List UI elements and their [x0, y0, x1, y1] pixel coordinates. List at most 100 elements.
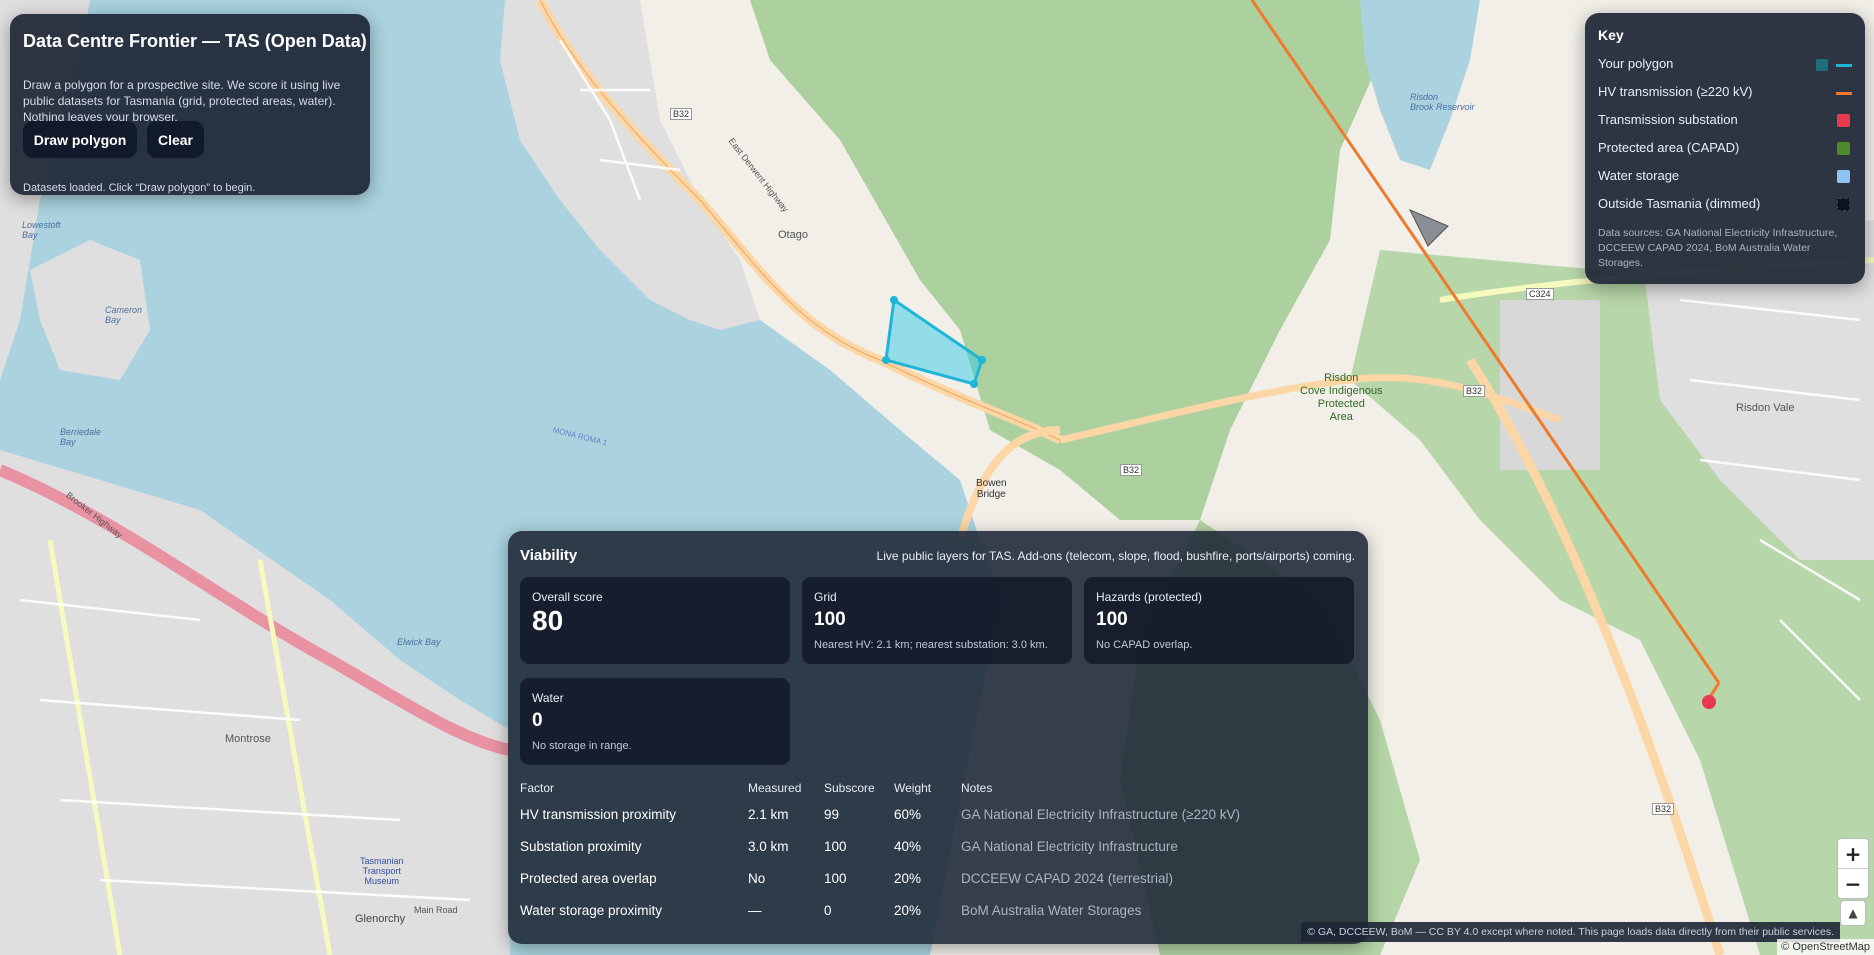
legend-item-protected-area: Protected area (CAPAD) — [1598, 137, 1852, 159]
legend-title: Key — [1598, 27, 1624, 43]
column-header-measured: Measured — [748, 781, 802, 795]
hazards-score-note: No CAPAD overlap. — [1096, 639, 1193, 651]
subscore-cell: 100 — [824, 839, 847, 854]
zoom-control: + − — [1837, 838, 1869, 899]
legend-item-substation: Transmission substation — [1598, 109, 1852, 131]
app-description: Draw a polygon for a prospective site. W… — [23, 78, 341, 124]
legend-item-outside-tasmania: Outside Tasmania (dimmed) — [1598, 193, 1852, 215]
hazards-score-value: 100 — [1096, 609, 1128, 630]
notes-cell: DCCEEW CAPAD 2024 (terrestrial) — [961, 871, 1174, 886]
square-swatch-icon — [1837, 198, 1850, 211]
legend-label: Your polygon — [1598, 56, 1674, 71]
subscore-cell: 0 — [824, 903, 832, 918]
attribution-text: © GA, DCCEEW, BoM — CC BY 4.0 except whe… — [1301, 922, 1840, 942]
status-text: Datasets loaded. Click “Draw polygon” to… — [23, 182, 256, 194]
factor-cell: HV transmission proximity — [520, 807, 677, 822]
weight-cell: 60% — [894, 807, 922, 822]
data-sources: Data sources: GA National Electricity In… — [1598, 227, 1838, 269]
factor-cell: Water storage proximity — [520, 903, 663, 918]
line-swatch-icon — [1836, 92, 1852, 95]
map-label-lowestoft-bay: Lowestoft Bay — [22, 220, 61, 240]
legend-label: Water storage — [1598, 168, 1680, 183]
card-label: Hazards (protected) — [1096, 590, 1203, 604]
grid-score-card: Grid 100 Nearest HV: 2.1 km; nearest sub… — [802, 577, 1072, 664]
map-label-elwick-bay: Elwick Bay — [397, 637, 441, 647]
overall-score-value: 80 — [532, 605, 564, 636]
clear-button[interactable]: Clear — [147, 121, 204, 158]
factor-cell: Protected area overlap — [520, 871, 657, 886]
notes-cell: GA National Electricity Infrastructure — [961, 839, 1178, 854]
table-row: Water storage proximity — 0 20% BoM Aust… — [520, 903, 1360, 927]
transmission-substation-marker[interactable] — [1702, 695, 1716, 709]
square-swatch-icon — [1837, 142, 1850, 155]
polygon-swatch-icon — [1816, 59, 1828, 71]
road-shield-c324: C324 — [1526, 288, 1554, 300]
road-shield-b32: B32 — [1463, 385, 1486, 397]
weight-cell: 40% — [894, 839, 922, 854]
column-header-weight: Weight — [894, 781, 932, 795]
map-label-risdon-vale: Risdon Vale — [1736, 402, 1795, 414]
map-label-montrose: Montrose — [225, 733, 271, 745]
road-shield-b32: B32 — [670, 108, 693, 120]
road-shield-b32: B32 — [1120, 464, 1143, 476]
legend-label: HV transmission (≥220 kV) — [1598, 84, 1753, 99]
map-label-otago: Otago — [778, 229, 808, 241]
legend-item-polygon: Your polygon — [1598, 53, 1852, 75]
column-header-notes: Notes — [961, 781, 993, 795]
card-label: Grid — [814, 590, 837, 604]
map-label-risdon-cove: Risdon Cove Indigenous Protected Area — [1300, 372, 1383, 423]
legend-label: Protected area (CAPAD) — [1598, 140, 1740, 155]
column-header-factor: Factor — [520, 781, 555, 795]
hazards-score-card: Hazards (protected) 100 No CAPAD overlap… — [1084, 577, 1354, 664]
card-label: Overall score — [532, 590, 603, 604]
polygon-outline-swatch-icon — [1836, 64, 1852, 67]
factor-cell: Substation proximity — [520, 839, 642, 854]
water-score-value: 0 — [532, 710, 543, 731]
subscore-cell: 99 — [824, 807, 840, 822]
compass-icon[interactable]: ▲ — [1840, 900, 1866, 926]
measured-cell: 2.1 km — [748, 807, 789, 822]
zoom-in-button[interactable]: + — [1838, 839, 1868, 868]
road-shield-b32: B32 — [1652, 803, 1675, 815]
legend-panel: Key Your polygon HV transmission (≥220 k… — [1585, 13, 1865, 284]
map-label-cameron-bay: Cameron Bay — [105, 305, 143, 325]
map-label-berriedale-bay: Berriedale Bay — [60, 427, 102, 447]
measured-cell: No — [748, 871, 766, 886]
table-row: Substation proximity 3.0 km 100 40% GA N… — [520, 839, 1360, 863]
water-score-card: Water 0 No storage in range. — [520, 678, 790, 765]
viability-panel: Viability Live public layers for TAS. Ad… — [508, 531, 1368, 944]
notes-cell: BoM Australia Water Storages — [961, 903, 1142, 918]
table-row: Protected area overlap No 100 20% DCCEEW… — [520, 871, 1360, 895]
square-swatch-icon — [1837, 170, 1850, 183]
legend-item-hv-transmission: HV transmission (≥220 kV) — [1598, 81, 1852, 103]
table-row: HV transmission proximity 2.1 km 99 60% … — [520, 807, 1360, 831]
measured-cell: 3.0 km — [748, 839, 789, 854]
weight-cell: 20% — [894, 903, 922, 918]
legend-label: Outside Tasmania (dimmed) — [1598, 196, 1761, 211]
overall-score-card: Overall score 80 — [520, 577, 790, 664]
legend-label: Transmission substation — [1598, 112, 1738, 127]
grid-score-value: 100 — [814, 609, 846, 630]
water-score-note: No storage in range. — [532, 740, 632, 752]
viability-title: Viability — [520, 547, 578, 564]
map-label-bowen-bridge: Bowen Bridge — [976, 478, 1007, 500]
map-label-transport-museum: Tasmanian Transport Museum — [360, 856, 404, 886]
osm-credit-link[interactable]: © OpenStreetMap — [1777, 939, 1874, 955]
viability-subtitle: Live public layers for TAS. Add-ons (tel… — [876, 549, 1355, 563]
app-panel: Data Centre Frontier — TAS (Open Data) D… — [10, 14, 370, 195]
legend-item-water-storage: Water storage — [1598, 165, 1852, 187]
weight-cell: 20% — [894, 871, 922, 886]
app-title: Data Centre Frontier — TAS (Open Data) — [23, 31, 367, 51]
road-label-main-road: Main Road — [414, 905, 458, 915]
draw-polygon-button[interactable]: Draw polygon — [23, 121, 137, 158]
square-swatch-icon — [1837, 114, 1850, 127]
column-header-subscore: Subscore — [824, 781, 875, 795]
card-label: Water — [532, 691, 564, 705]
notes-cell: GA National Electricity Infrastructure (… — [961, 807, 1241, 822]
subscore-cell: 100 — [824, 871, 847, 886]
grid-score-note: Nearest HV: 2.1 km; nearest substation: … — [814, 639, 1048, 651]
zoom-out-button[interactable]: − — [1838, 868, 1868, 898]
measured-cell: — — [748, 903, 762, 918]
map-label-glenorchy: Glenorchy — [355, 913, 406, 925]
map-label-risdon-reservoir: Risdon Brook Reservoir — [1410, 92, 1475, 112]
